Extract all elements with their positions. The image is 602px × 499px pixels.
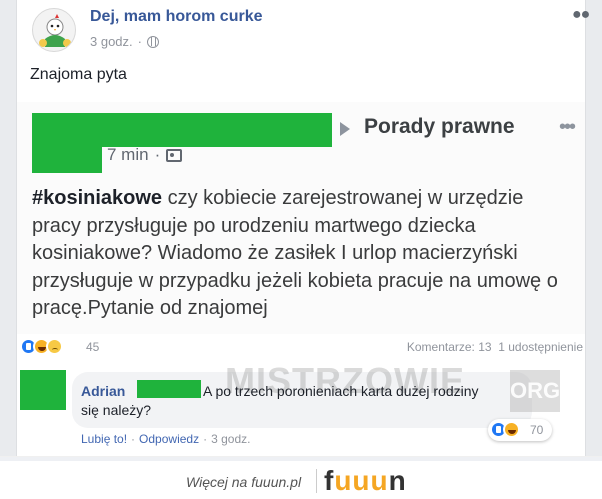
group-name: Porady prawne — [364, 115, 515, 138]
comment-avatar-redacted — [20, 370, 66, 410]
logo-f: f — [324, 465, 335, 496]
comment-text-line1: A po trzech poronieniach karta dużej rod… — [203, 383, 479, 399]
redaction-block — [32, 113, 332, 147]
reactions-summary: 45 Komentarze: 13 1 udostępnienie — [20, 336, 585, 358]
more-options-icon: ••• — [559, 116, 576, 138]
globe-icon — [147, 35, 159, 48]
reaction-count[interactable]: 45 — [86, 340, 99, 354]
footer-bar: Więcej na fuuun.pl fuuun — [0, 456, 602, 499]
comment-reactions-badge[interactable]: 70 — [488, 419, 552, 441]
action-separator: · — [203, 432, 208, 446]
shared-screenshot-image: Porady prawne ••• 7 min · #kosiniakowe c… — [17, 102, 585, 334]
post-time[interactable]: 3 godz. — [90, 34, 133, 49]
action-separator: · — [131, 432, 136, 446]
group-icon — [166, 148, 183, 162]
sad-reaction-icon[interactable] — [46, 338, 63, 355]
comment-text-line2: się należy? — [81, 402, 152, 418]
haha-reaction-icon — [503, 421, 520, 438]
page-avatar[interactable] — [32, 8, 76, 52]
meta-separator: · — [137, 34, 142, 49]
page-name-link[interactable]: Dej, mam horom curke — [90, 8, 263, 26]
shares-count[interactable]: 1 udostępnienie — [498, 340, 583, 354]
shared-separator: · — [154, 145, 161, 164]
chicken-avatar-icon — [39, 14, 71, 47]
footer-strip — [0, 457, 602, 461]
share-arrow-icon — [340, 122, 350, 136]
comment-reaction-count: 70 — [530, 423, 544, 437]
shared-meta: 7 min · — [107, 145, 183, 165]
comment-actions: Lubię to! · Odpowiedz · 3 godz. — [81, 432, 250, 446]
comment-author[interactable]: Adrian — [81, 383, 125, 399]
post-meta: 3 godz. · — [90, 34, 159, 49]
comments-shares-meta: Komentarze: 13 1 udostępnienie — [407, 340, 583, 354]
redaction-block — [32, 147, 102, 173]
comment-reply-button[interactable]: Odpowiedz — [139, 432, 199, 446]
comment-time[interactable]: 3 godz. — [211, 432, 250, 446]
more-options-icon[interactable]: ●● — [572, 6, 590, 24]
shared-question: #kosiniakowe czy kobiecie zarejestrowane… — [32, 185, 577, 323]
comments-count[interactable]: Komentarze: 13 — [407, 340, 492, 354]
footer-link[interactable]: Więcej na fuuun.pl — [186, 474, 301, 490]
watermark-suffix: ORG — [510, 370, 560, 412]
logo-uuu: uuu — [334, 465, 389, 496]
redaction-block — [137, 380, 201, 398]
shared-time: 7 min — [107, 145, 149, 164]
comment-like-button[interactable]: Lubię to! — [81, 432, 127, 446]
post-text: Znajoma pyta — [30, 66, 127, 83]
hashtag: #kosiniakowe — [32, 187, 163, 209]
logo-n: n — [388, 465, 407, 496]
fuuun-logo[interactable]: fuuun — [324, 465, 407, 497]
footer-divider — [316, 469, 317, 493]
